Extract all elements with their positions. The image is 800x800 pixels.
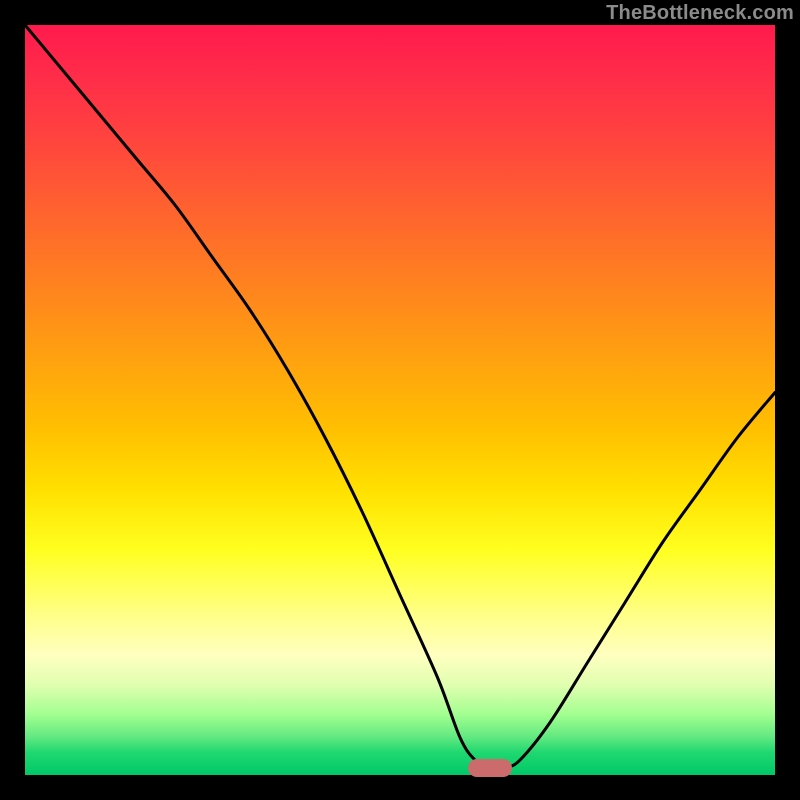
plot-area [25,25,775,775]
chart-frame: TheBottleneck.com [0,0,800,800]
bottleneck-curve [25,25,775,775]
optimal-marker [468,759,512,777]
watermark-text: TheBottleneck.com [606,2,794,25]
